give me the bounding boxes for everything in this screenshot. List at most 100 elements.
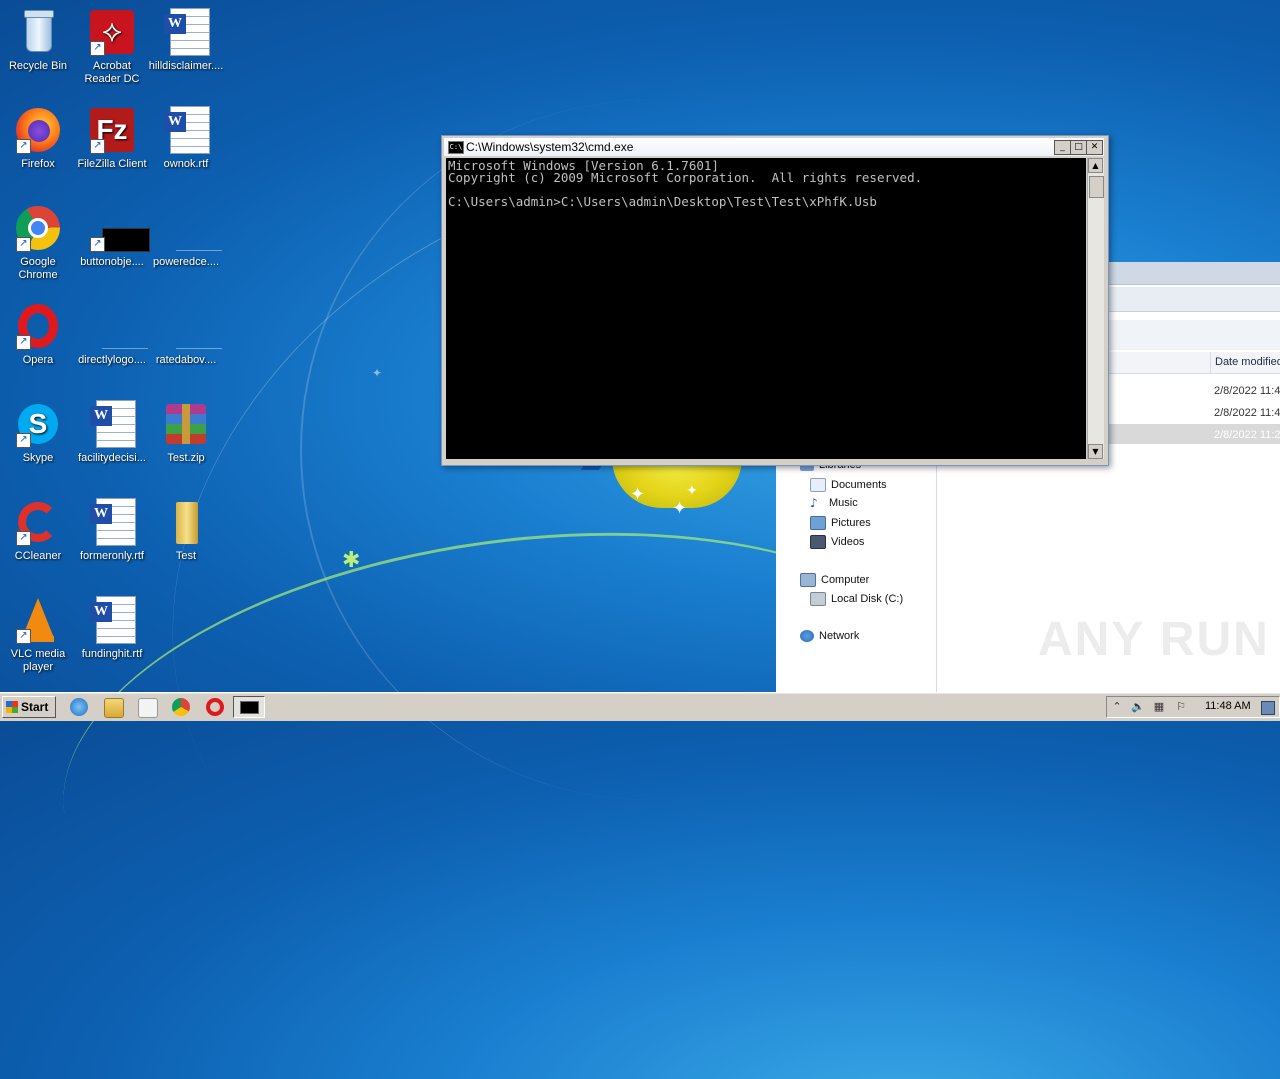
maximize-button[interactable]: □ [1070, 140, 1087, 155]
icon-label: VLC media player [10, 648, 66, 673]
desktop-icon-facilitydecisi[interactable]: W facilitydecisi... [74, 396, 150, 465]
blank-file-icon [162, 302, 222, 350]
start-button[interactable]: Start [2, 696, 56, 718]
scroll-thumb[interactable] [1089, 176, 1104, 198]
desktop-icon-formeronly[interactable]: W formeronly.rtf [74, 494, 150, 563]
action-center-flag-icon[interactable]: ⚐ [1175, 701, 1187, 713]
nav-label: Pictures [831, 516, 871, 529]
wallpaper-sparkle: ✦ [630, 484, 646, 505]
icon-label: Opera [22, 354, 54, 366]
cmd-window[interactable]: C:\ C:\Windows\system32\cmd.exe _ □ ✕ Mi… [441, 135, 1109, 466]
folder-icon [162, 498, 210, 546]
desktop-icon-ownok[interactable]: W ownok.rtf [148, 102, 224, 171]
music-icon: ♪ [810, 496, 818, 511]
opera-taskbar-icon[interactable] [206, 698, 224, 716]
chrome-icon: ↗ [14, 204, 62, 252]
nav-computer[interactable]: Computer [800, 573, 869, 587]
local-disk-icon [810, 592, 826, 606]
close-button[interactable]: ✕ [1086, 140, 1103, 155]
cmd-taskbar-icon [240, 701, 259, 714]
desktop-icon-poweredce[interactable]: poweredce.... [148, 200, 224, 269]
nav-pictures[interactable]: Pictures [810, 516, 871, 530]
nav-local-disk[interactable]: Local Disk (C:) [810, 592, 903, 606]
scroll-up-icon[interactable]: ▲ [1088, 158, 1103, 173]
desktop-icon-skype[interactable]: S ↗ Skype [0, 396, 76, 465]
explorer-titlebar[interactable] [1108, 262, 1280, 285]
firefox-icon: ↗ [14, 106, 62, 154]
volume-icon[interactable]: 🔈 [1131, 701, 1145, 713]
icon-label: CCleaner [14, 550, 62, 562]
show-desktop-icon[interactable] [1261, 701, 1275, 715]
cmd-console-output[interactable]: Microsoft Windows [Version 6.1.7601] Cop… [446, 158, 1086, 459]
column-date-modified[interactable]: Date modified [1210, 352, 1280, 373]
icon-label: Firefox [21, 158, 55, 170]
desktop-icon-recycle-bin[interactable]: Recycle Bin [0, 4, 76, 73]
icon-label: facilitydecisi... [78, 452, 146, 464]
network-tray-icon[interactable]: ▦ [1153, 701, 1165, 713]
start-label: Start [21, 700, 49, 714]
icon-label: fundinghit.rtf [81, 648, 143, 660]
nav-videos[interactable]: Videos [810, 535, 864, 549]
icon-label: FileZilla Client [77, 158, 147, 170]
desktop-icon-firefox[interactable]: ↗ Firefox [0, 102, 76, 171]
row-date[interactable]: 2/8/2022 11:4 [1214, 407, 1280, 419]
icon-label: poweredce.... [152, 256, 220, 268]
row-date[interactable]: 2/8/2022 11:4 [1214, 385, 1280, 397]
desktop-icon-filezilla[interactable]: Fz ↗ FileZilla Client [74, 102, 150, 171]
desktop-icon-directlylogo[interactable]: directlylogo.... [74, 298, 150, 367]
wallpaper-sparkle: ✦ [372, 366, 383, 380]
desktop-icon-acrobat[interactable]: ⟡ ↗ Acrobat Reader DC [74, 4, 150, 86]
blank-file-icon: ↗ [88, 204, 150, 252]
computer-icon [800, 573, 816, 587]
wallpaper-sparkle: ✦ [672, 498, 688, 519]
desktop-icon-chrome[interactable]: ↗ Google Chrome [0, 200, 76, 282]
videos-icon [810, 535, 826, 549]
word-document-icon: W [88, 498, 136, 546]
vlc-icon: ↗ [14, 596, 62, 644]
cmd-taskbar-button[interactable] [233, 696, 265, 718]
nav-label: Documents [831, 478, 887, 491]
nav-label: Network [819, 630, 860, 642]
word-document-icon: W [162, 8, 210, 56]
nav-music[interactable]: ♪ Music [810, 497, 858, 509]
cmd-title: C:\Windows\system32\cmd.exe [466, 140, 634, 154]
desktop-icon-hilldisclaimer[interactable]: W hilldisclaimer.... [148, 4, 224, 73]
row-date[interactable]: 2/8/2022 11:2 [1214, 429, 1280, 441]
desktop-icon-test-folder[interactable]: Test [148, 494, 224, 563]
taskbar-clock[interactable]: 11:48 AM [1205, 700, 1251, 712]
icon-label: Acrobat Reader DC [84, 60, 140, 85]
desktop-icon-fundinghit[interactable]: W fundinghit.rtf [74, 592, 150, 661]
desktop-icon-vlc[interactable]: ↗ VLC media player [0, 592, 76, 674]
media-player-icon[interactable] [138, 698, 158, 718]
blank-file-icon [88, 302, 148, 350]
icon-label: Test [175, 550, 197, 562]
explorer-toolbar[interactable] [1108, 320, 1280, 350]
show-hidden-icons-icon[interactable]: ⌃ [1111, 701, 1123, 713]
scroll-down-icon[interactable]: ▼ [1088, 444, 1103, 459]
winrar-archive-icon [162, 400, 210, 448]
acrobat-icon: ⟡ ↗ [88, 8, 136, 56]
nav-network[interactable]: Network [800, 630, 860, 643]
desktop-icon-ccleaner[interactable]: ↗ CCleaner [0, 494, 76, 563]
cmd-scrollbar[interactable]: ▲ ▼ [1087, 158, 1104, 459]
file-explorer-icon[interactable] [104, 698, 124, 718]
network-icon [800, 630, 814, 643]
nav-label: Videos [831, 535, 865, 548]
desktop-icon-ratedabov[interactable]: ratedabov.... [148, 298, 224, 367]
icon-label: Google Chrome [18, 256, 58, 281]
cmd-icon: C:\ [448, 141, 464, 154]
desktop-icon-test-zip[interactable]: Test.zip [148, 396, 224, 465]
desktop-icon-opera[interactable]: ↗ Opera [0, 298, 76, 367]
nav-documents[interactable]: Documents [810, 478, 887, 492]
explorer-address-bar[interactable] [1108, 287, 1280, 312]
desktop-icon-buttonobje[interactable]: ↗ buttonobje.... [74, 200, 150, 269]
minimize-button[interactable]: _ [1054, 140, 1071, 155]
wallpaper-sparkle: ✱ [342, 548, 361, 573]
recycle-bin-icon [14, 8, 62, 56]
icon-label: Recycle Bin [8, 60, 68, 72]
nav-label: Local Disk (C:) [831, 592, 904, 605]
icon-label: Skype [22, 452, 54, 464]
internet-explorer-icon[interactable] [70, 698, 88, 716]
chrome-taskbar-icon[interactable] [172, 698, 190, 716]
cmd-titlebar[interactable]: C:\ C:\Windows\system32\cmd.exe _ □ ✕ [444, 138, 1104, 156]
